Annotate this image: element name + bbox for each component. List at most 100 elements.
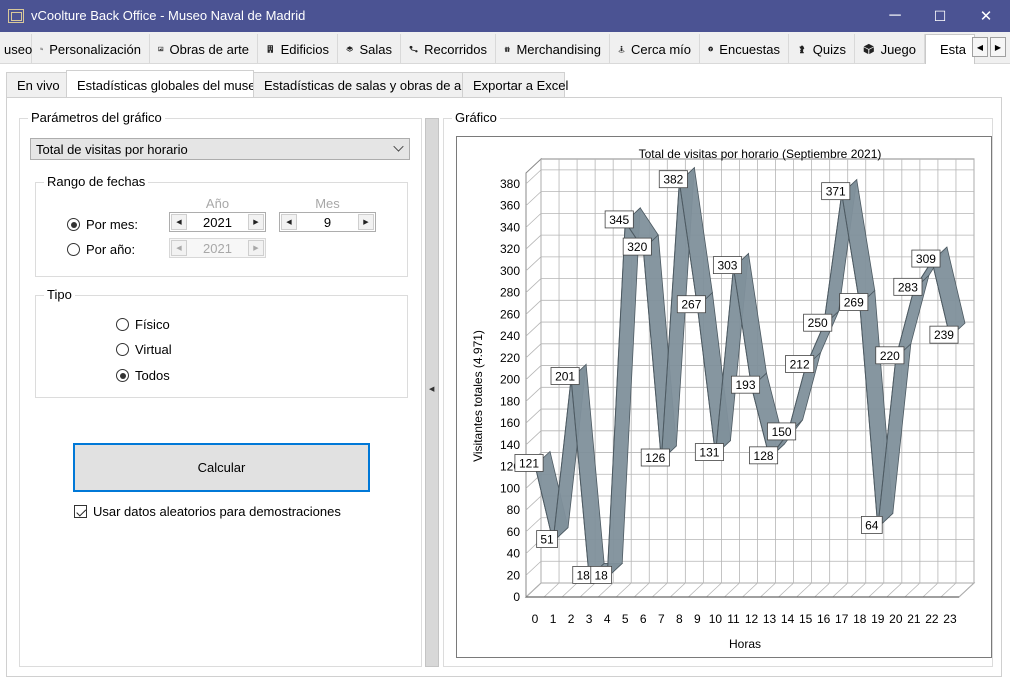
chart-params-group: Parámetros del gráfico Total de visitas … bbox=[19, 110, 422, 667]
subtab-en-vivo[interactable]: En vivo bbox=[6, 72, 67, 99]
subtab-exportar-excel[interactable]: Exportar a Excel bbox=[462, 72, 568, 99]
tab-personalizacion[interactable]: Personalización bbox=[32, 34, 150, 64]
route-icon bbox=[409, 45, 418, 53]
tab-label: Juego bbox=[880, 41, 916, 57]
x-tick-label: 3 bbox=[586, 612, 593, 626]
data-label: 303 bbox=[717, 259, 737, 273]
tab-label: Recorridos bbox=[424, 41, 487, 57]
y-axis-label: Visitantes totales (4.971) bbox=[471, 330, 485, 462]
x-tick-label: 18 bbox=[853, 612, 867, 626]
subtab-estadisticas-globales[interactable]: Estadísticas globales del museo bbox=[66, 70, 263, 100]
x-tick-label: 8 bbox=[676, 612, 683, 626]
month-increment-button[interactable]: ▶ bbox=[358, 214, 374, 230]
radio-dot bbox=[67, 243, 80, 256]
tab-museo[interactable]: useo bbox=[0, 34, 32, 64]
x-tick-label: 7 bbox=[658, 612, 665, 626]
by-month-radio[interactable]: Por mes: bbox=[67, 217, 138, 232]
tab-edificios[interactable]: Edificios bbox=[258, 34, 338, 64]
tab-label: Personalización bbox=[49, 41, 141, 57]
data-label: 18 bbox=[595, 568, 609, 582]
tab-scroll-left-button[interactable]: ◀ bbox=[972, 37, 988, 57]
chart-params-label: Parámetros del gráfico bbox=[28, 110, 165, 125]
cube-icon bbox=[346, 46, 354, 52]
panel-splitter[interactable]: ◀ bbox=[425, 118, 439, 667]
y-tick-label: 320 bbox=[500, 242, 520, 256]
tab-obras-de-arte[interactable]: Obras de arte bbox=[150, 34, 258, 64]
y-tick-label: 100 bbox=[500, 481, 520, 495]
x-tick-label: 4 bbox=[604, 612, 611, 626]
x-tick-label: 13 bbox=[763, 612, 777, 626]
date-range-group: Rango de fechas Año Mes Por mes: ◀ 2021 … bbox=[35, 174, 408, 277]
chess-icon bbox=[799, 45, 805, 54]
month-spinner[interactable]: ◀ 9 ▶ bbox=[279, 212, 376, 232]
y-tick-label: 200 bbox=[500, 373, 520, 387]
tab-label: Quizs bbox=[812, 41, 846, 57]
tab-label: Cerca mío bbox=[631, 41, 691, 57]
data-label: 283 bbox=[898, 280, 918, 294]
year-spinner[interactable]: ◀ 2021 ▶ bbox=[169, 212, 266, 232]
y-tick-label: 360 bbox=[500, 199, 520, 213]
data-label: 212 bbox=[790, 358, 810, 372]
year-header: Año bbox=[205, 196, 230, 211]
month-header: Mes bbox=[315, 196, 340, 211]
y-tick-label: 380 bbox=[500, 177, 520, 191]
chart-type-select[interactable]: Total de visitas por horario bbox=[30, 138, 410, 160]
year-only-value: 2021 bbox=[203, 240, 232, 256]
tab-merchandising[interactable]: Merchandising bbox=[496, 34, 610, 64]
type-group: Tipo Físico Virtual Todos bbox=[35, 287, 408, 398]
maximize-button[interactable]: ☐ bbox=[917, 0, 963, 32]
box-icon bbox=[863, 43, 874, 55]
x-tick-label: 22 bbox=[925, 612, 939, 626]
tab-salas[interactable]: Salas bbox=[338, 34, 401, 64]
date-range-label: Rango de fechas bbox=[44, 174, 149, 189]
question-icon: ? bbox=[708, 46, 713, 51]
data-label: 320 bbox=[627, 240, 647, 254]
radio-dot bbox=[116, 343, 129, 356]
checkbox-box bbox=[74, 505, 87, 518]
year-value: 2021 bbox=[203, 214, 232, 230]
minimize-button[interactable]: ─ bbox=[872, 0, 918, 32]
y-tick-label: 340 bbox=[500, 220, 520, 234]
tab-encuestas[interactable]: ? Encuestas bbox=[700, 34, 789, 64]
x-tick-label: 14 bbox=[781, 612, 795, 626]
tab-juego[interactable]: Juego bbox=[855, 34, 925, 64]
type-fisico-radio[interactable]: Físico bbox=[116, 317, 170, 332]
y-tick-label: 260 bbox=[500, 307, 520, 321]
year-increment-button[interactable]: ▶ bbox=[248, 214, 264, 230]
x-tick-label: 11 bbox=[727, 612, 740, 626]
subtab-estadisticas-salas[interactable]: Estadísticas de salas y obras de arte bbox=[253, 72, 476, 99]
tab-label: Obras de arte bbox=[169, 41, 250, 57]
x-tick-label: 16 bbox=[817, 612, 831, 626]
month-decrement-button[interactable]: ◀ bbox=[281, 214, 297, 230]
person-location-icon bbox=[618, 45, 625, 53]
by-year-radio[interactable]: Por año: bbox=[67, 242, 135, 257]
type-label: Tipo bbox=[44, 287, 75, 302]
tab-quizs[interactable]: Quizs bbox=[789, 34, 855, 64]
tab-scroll-right-button[interactable]: ▶ bbox=[990, 37, 1006, 57]
window-title: vCoolture Back Office - Museo Naval de M… bbox=[31, 8, 306, 23]
calcular-button[interactable]: Calcular bbox=[73, 443, 370, 492]
random-data-label: Usar datos aleatorios para demostracione… bbox=[93, 504, 341, 519]
type-todos-radio[interactable]: Todos bbox=[116, 368, 170, 383]
chart-group-label: Gráfico bbox=[452, 110, 500, 125]
x-tick-label: 2 bbox=[568, 612, 575, 626]
chart-type-value: Total de visitas por horario bbox=[36, 141, 188, 157]
tab-label: Merchandising bbox=[516, 41, 601, 57]
data-label: 64 bbox=[865, 518, 879, 532]
tab-cerca-mio[interactable]: Cerca mío bbox=[610, 34, 700, 64]
data-label: 382 bbox=[663, 173, 683, 187]
tab-estadisticas[interactable]: Esta bbox=[925, 34, 975, 64]
random-data-checkbox[interactable]: Usar datos aleatorios para demostracione… bbox=[74, 504, 341, 519]
tab-label: Encuestas bbox=[719, 41, 780, 57]
data-label: 309 bbox=[916, 252, 936, 266]
data-label: 267 bbox=[681, 298, 701, 312]
data-label: 131 bbox=[699, 446, 719, 460]
tab-recorridos[interactable]: Recorridos bbox=[401, 34, 496, 64]
data-label: 201 bbox=[555, 369, 575, 383]
data-label: 193 bbox=[736, 378, 756, 392]
type-virtual-radio[interactable]: Virtual bbox=[116, 342, 172, 357]
close-button[interactable]: ✕ bbox=[963, 0, 1009, 32]
year-decrement-button[interactable]: ◀ bbox=[171, 214, 187, 230]
radio-dot bbox=[116, 318, 129, 331]
chevron-down-icon bbox=[393, 141, 404, 152]
